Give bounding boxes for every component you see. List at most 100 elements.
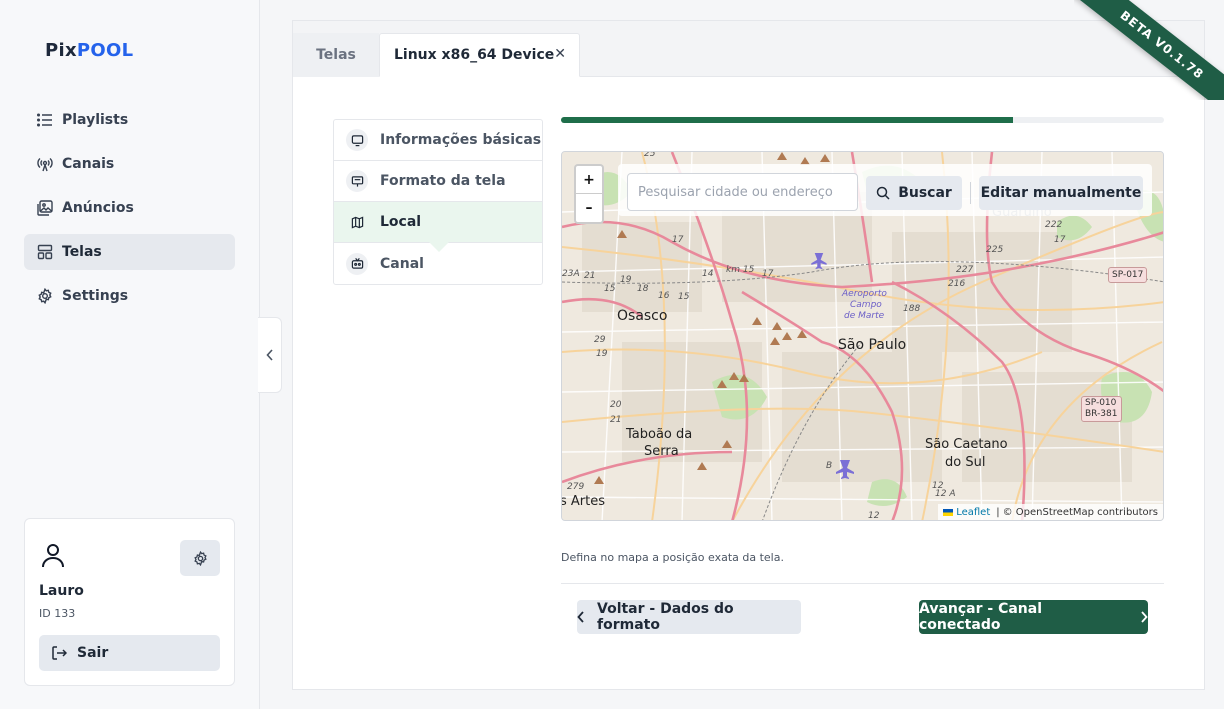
logout-button[interactable]: Sair [39,635,220,671]
map-attribution: Leaflet | © OpenStreetMap contributors [938,504,1163,520]
step-informacoes-basicas[interactable]: Informações básicas [334,120,542,161]
list-icon [36,111,54,129]
collapse-sidebar-button[interactable] [258,317,282,393]
road-number: 15 [604,284,616,294]
beta-ribbon: BETA V0.1.78 [1074,0,1224,100]
back-button[interactable]: Voltar - Dados do formato [577,600,801,634]
map-label-osasco: Osasco [617,308,668,324]
chevron-left-icon [265,349,273,361]
map-label-sao-caetano: São Caetano [925,437,1008,452]
osm-attribution[interactable]: © OpenStreetMap contributors [1003,507,1158,518]
attribution-separator: | [996,506,1000,518]
next-button[interactable]: Avançar - Canal conectado [919,600,1148,634]
sidebar-item-anuncios[interactable]: Anúncios [24,190,235,226]
road-number: 17 [672,235,684,245]
road-shield-br381-label: BR-381 [1085,409,1118,419]
road-number: 216 [948,279,966,289]
close-icon[interactable]: ✕ [554,46,566,62]
map-label-serra: Serra [644,444,679,459]
tab-device[interactable]: Linux x86_64 Device ✕ [379,33,580,77]
map-icon [346,211,368,233]
logo[interactable]: PixPOOL [45,40,133,61]
road-number: B [826,461,833,471]
map-search-bar: Buscar Editar manualmente [618,164,1152,216]
user-card: Lauro ID 133 Sair [24,518,235,686]
display-icon [346,170,368,192]
road-shield-sp017: SP-017 [1108,267,1148,283]
sidebar-item-label: Settings [62,288,129,304]
next-button-label: Avançar - Canal conectado [919,601,1043,633]
beta-ribbon-label: BETA V0.1.78 [1074,0,1224,100]
road-number: 25 [644,151,656,159]
map-label-aeroporto: Aeroporto [842,289,887,299]
tab-label: Linux x86_64 Device [394,47,555,63]
edit-manually-button[interactable]: Editar manualmente [979,176,1143,210]
road-number: 15 [678,292,690,302]
zoom-out-button[interactable]: – [576,194,602,222]
sidebar-item-canais[interactable]: Canais [24,146,235,182]
leaflet-link[interactable]: Leaflet [956,507,990,518]
step-local[interactable]: Local [334,202,542,252]
map-hint: Defina no mapa a posição exata da tela. [561,551,784,564]
user-name: Lauro [39,583,84,599]
sidebar-item-label: Canais [62,156,115,172]
road-number: 17 [762,269,774,279]
map-label-campo: Campo [850,300,882,310]
road-number: 227 [956,265,974,275]
road-number: 17 [1054,235,1066,245]
back-button-label: Voltar - Dados do formato [597,601,734,633]
step-formato-da-tela[interactable]: Formato da tela [334,161,542,202]
ukraine-flag-icon [943,508,954,516]
step-label: Local [380,214,422,230]
wizard-steps: Informações básicas Formato da tela Loca… [333,119,543,285]
tab-telas[interactable]: Telas [293,33,379,77]
step-label: Canal [380,255,424,272]
user-settings-button[interactable] [180,540,220,576]
search-input[interactable] [627,173,858,211]
map-label-artes: s Artes [561,494,606,509]
road-number: 12 [868,511,880,521]
sidebar-item-playlists[interactable]: Playlists [24,102,235,138]
user-id: ID 133 [39,607,76,620]
logo-pix: Pix [45,40,77,61]
chevron-left-icon [577,611,585,623]
tab-bar: Telas Linux x86_64 Device ✕ [293,21,1204,77]
logout-icon [51,645,67,661]
road-number: 29 [594,335,606,345]
search-button[interactable]: Buscar [866,176,962,210]
map-label-de-marte: de Marte [844,311,885,321]
search-divider [970,182,971,204]
road-number: 20 [610,400,622,410]
road-number: 23A [562,269,580,279]
zoom-in-button[interactable]: + [576,166,602,194]
sidebar-item-telas[interactable]: Telas [24,234,235,270]
map-label-sao-paulo: São Paulo [838,337,907,353]
footer-divider [561,583,1164,584]
location-map[interactable]: Osasco São Paulo Taboão da Serra São Cae… [561,151,1164,521]
search-button-label: Buscar [898,185,952,201]
road-number: 279 [567,482,585,492]
map-label-taboao: Taboão da [626,427,693,442]
images-icon [36,199,54,217]
road-number: 18 [637,284,649,294]
search-icon [876,186,890,200]
tab-label: Telas [316,47,356,63]
road-shield-sp010-label: SP-010 [1085,398,1117,408]
step-label: Formato da tela [380,173,506,189]
gear-icon [36,287,54,305]
tv-icon [346,252,368,275]
road-number: 188 [903,304,921,314]
sidebar-item-label: Playlists [62,112,129,128]
sidebar-item-settings[interactable]: Settings [24,278,235,314]
road-number: 12 A [935,489,956,499]
road-shield-sp010: SP-010 BR-381 [1081,396,1122,422]
wizard-progress-bar [561,117,1164,123]
sidebar-nav: Playlists Canais Anúncios Telas Settings [24,102,235,322]
sidebar-item-label: Anúncios [62,200,134,216]
road-number: 16 [658,291,670,301]
road-number: 222 [1045,220,1063,230]
logout-label: Sair [77,645,109,661]
map-label-do-sul: do Sul [945,455,986,470]
layout-icon [36,243,54,261]
map-zoom-control: + – [574,164,604,224]
